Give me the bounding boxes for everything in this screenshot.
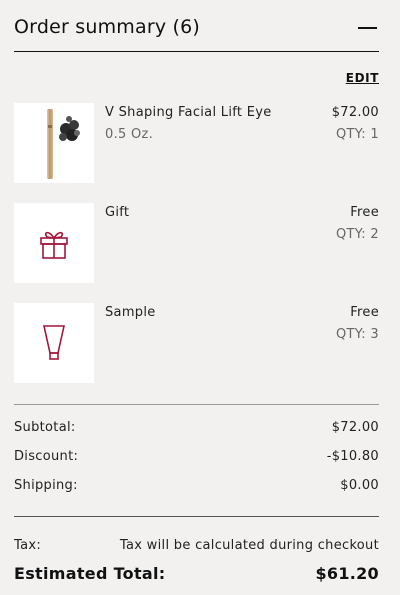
item-price: $72.00 <box>331 105 379 120</box>
subtotal-value: $72.00 <box>331 420 379 435</box>
item-qty: QTY: 1 <box>336 127 379 142</box>
shipping-label: Shipping: <box>14 478 78 493</box>
edit-link[interactable]: EDIT <box>346 71 379 85</box>
item-name: V Shaping Facial Lift Eye <box>105 105 272 120</box>
divider <box>14 516 379 517</box>
shipping-row: Shipping: $0.00 <box>14 478 379 496</box>
tax-row: Tax: Tax will be calculated during check… <box>14 538 379 556</box>
item-name: Sample <box>105 305 156 320</box>
product-image <box>14 103 94 183</box>
discount-value: -$10.80 <box>326 449 379 464</box>
order-summary-title: Order summary (6) <box>14 16 201 38</box>
item-qty: QTY: 2 <box>336 227 379 242</box>
minus-icon[interactable] <box>358 27 377 29</box>
list-item: Gift Free QTY: 2 <box>14 203 379 283</box>
discount-row: Discount: -$10.80 <box>14 449 379 467</box>
item-variant: 0.5 Oz. <box>105 127 154 142</box>
tax-label: Tax: <box>14 538 42 553</box>
tax-value: Tax will be calculated during checkout <box>119 538 379 553</box>
subtotal-label: Subtotal: <box>14 420 76 435</box>
shipping-value: $0.00 <box>340 478 379 493</box>
list-item: Sample Free QTY: 3 <box>14 303 379 383</box>
estimated-total-label: Estimated Total: <box>14 564 166 583</box>
divider <box>14 404 379 405</box>
sample-tube-icon <box>14 303 94 383</box>
gift-icon <box>14 203 94 283</box>
estimated-total-value: $61.20 <box>315 564 379 583</box>
item-price: Free <box>350 305 379 320</box>
item-name: Gift <box>105 205 130 220</box>
order-summary-header[interactable]: Order summary (6) <box>14 14 379 52</box>
discount-label: Discount: <box>14 449 79 464</box>
subtotal-row: Subtotal: $72.00 <box>14 420 379 438</box>
item-qty: QTY: 3 <box>336 327 379 342</box>
estimated-total-row: Estimated Total: $61.20 <box>14 564 379 586</box>
list-item: V Shaping Facial Lift Eye 0.5 Oz. $72.00… <box>14 103 379 183</box>
item-price: Free <box>350 205 379 220</box>
